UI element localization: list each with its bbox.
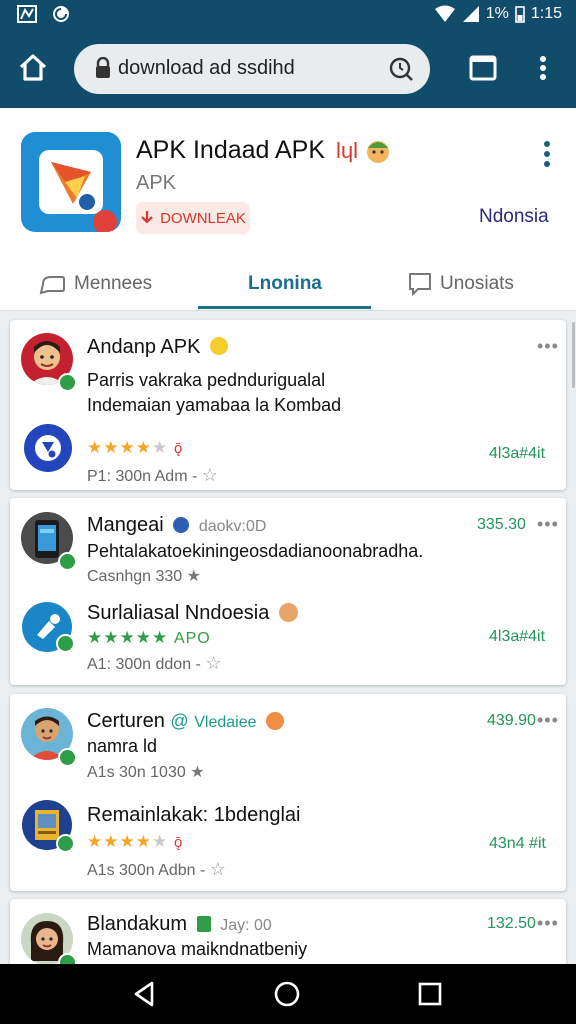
post-line: Mamanova maikndnatbeniy	[87, 939, 308, 959]
more-vert-icon	[544, 141, 550, 167]
more-options-icon[interactable]: •••	[537, 336, 559, 357]
scrollbar[interactable]	[572, 322, 575, 388]
back-button[interactable]	[130, 979, 160, 1009]
status-bar: 1% 1:15	[0, 0, 576, 30]
feed: Andanp APK Parris vakraka pedndurigualal…	[0, 311, 576, 964]
post-card[interactable]: Mangeai daokv:0D 335.30 ••• Pehtalakatoe…	[10, 498, 566, 685]
home-button[interactable]	[16, 51, 50, 85]
rating-stars: ★★★★★ APO	[87, 628, 211, 647]
verified-badge	[58, 552, 77, 571]
post-card[interactable]: Certuren @ Vledaiee 439.90 ••• namra ld …	[10, 694, 566, 891]
clock: 1:15	[530, 5, 562, 22]
post-author: Certuren @ Vledaiee	[87, 710, 285, 733]
post-subtitle: Remainlakak: 1bdenglai	[87, 804, 301, 826]
post-card[interactable]: Andanp APK Parris vakraka pedndurigualal…	[10, 320, 566, 490]
speech-bubble-icon	[39, 276, 65, 295]
rating-stars: ★★★★★ ǭ	[87, 438, 184, 457]
post-line: Pehtalakatoekiningeosdadianoonabradha.	[87, 541, 424, 561]
verified-badge	[58, 748, 77, 767]
circle-home-icon	[274, 981, 300, 1007]
calendar-icon	[196, 916, 211, 932]
post-line: Parris vakraka pedndurigualal	[87, 370, 326, 390]
post-price-top: 439.90	[487, 712, 536, 729]
post-subtitle: Surlaliasal Nndoesia	[87, 602, 298, 625]
active-tab-indicator	[198, 306, 371, 309]
post-meta: A1s 30n 1030 ★	[87, 764, 205, 781]
title-badge: lɥl	[335, 138, 358, 163]
rating-stars: ★★★★★ ǭ	[87, 832, 184, 851]
post-meta: P1: 300n Adm - ☆	[87, 465, 218, 485]
home-icon	[19, 54, 47, 81]
post-price-top: 132.50	[487, 915, 536, 932]
app-subtitle: APK	[136, 172, 177, 194]
system-nav-bar	[0, 964, 576, 1024]
app-header: APK Indaad APK lɥl APK DOWNLEAK Ndonsia	[0, 108, 576, 258]
download-button[interactable]: DOWNLEAK	[136, 202, 250, 234]
tabs-button[interactable]	[467, 52, 499, 84]
browser-menu-button[interactable]	[532, 52, 554, 84]
at-icon: @	[170, 711, 189, 731]
star-outline-icon[interactable]: ☆	[210, 859, 226, 879]
post-meta: A1s 300n Adbn - ☆	[87, 859, 226, 879]
browser-toolbar: download ad ssdihd	[0, 30, 576, 108]
app-title: APK Indaad APK lɥl	[136, 136, 391, 165]
app-menu-button[interactable]	[538, 138, 556, 170]
search-icon[interactable]	[388, 56, 414, 82]
more-vert-icon	[540, 56, 546, 80]
url-text: download ad ssdihd	[118, 57, 295, 79]
emoji-icon	[278, 603, 298, 622]
post-meta: Casnhgn 330 ★	[87, 568, 201, 585]
tab-unosiats[interactable]: Unosiats	[408, 258, 514, 310]
post-author: Andanp APK	[87, 336, 228, 359]
more-options-icon[interactable]: •••	[537, 710, 559, 731]
post-line: Indemaian yamabaa la Kombad	[87, 395, 342, 415]
verified-badge	[58, 373, 77, 392]
tab-lnonina[interactable]: Lnonina	[248, 258, 322, 310]
signal-icon	[462, 6, 479, 22]
post-author: Blandakum Jay: 00	[87, 913, 272, 935]
star-outline-icon[interactable]: ☆	[202, 465, 218, 485]
recents-button[interactable]	[415, 979, 445, 1009]
emoji-icon	[266, 712, 285, 730]
chat-square-icon	[409, 273, 431, 296]
verified-badge	[56, 834, 75, 853]
post-price-top: 335.30	[477, 516, 526, 533]
notification-icon	[16, 4, 38, 24]
post-card[interactable]: Blandakum Jay: 00 132.50 ••• Mamanova ma…	[10, 899, 566, 964]
post-line: namra ld	[87, 736, 158, 756]
wifi-icon	[434, 5, 455, 22]
tab-mennees[interactable]: Mennees	[38, 258, 152, 310]
more-options-icon[interactable]: •••	[537, 913, 559, 934]
post-price: 4l3a#4it	[489, 628, 546, 645]
more-options-icon[interactable]: •••	[537, 514, 559, 535]
sync-icon	[50, 4, 72, 24]
verified-badge	[58, 953, 77, 964]
battery-icon	[515, 6, 525, 23]
battery-level: 1%	[485, 5, 509, 22]
smile-emoji-icon	[210, 337, 228, 355]
post-price: 4l3a#4it	[489, 445, 546, 462]
back-icon	[134, 981, 154, 1007]
verified-badge	[56, 634, 75, 653]
post-price: 43n4 #it	[489, 835, 546, 852]
post-meta: A1: 300n ddon - ☆	[87, 653, 222, 673]
app-avatar[interactable]	[24, 424, 72, 472]
tabs-icon	[469, 55, 497, 81]
globe-icon	[173, 517, 190, 533]
app-logo	[21, 132, 121, 232]
square-icon	[418, 982, 442, 1006]
download-icon	[141, 211, 153, 224]
emoji-icon	[366, 141, 389, 164]
url-bar[interactable]: download ad ssdihd	[74, 44, 430, 94]
lock-icon	[96, 57, 110, 78]
home-nav-button[interactable]	[272, 979, 302, 1009]
tab-bar: Mennees Lnonina Unosiats	[0, 258, 576, 311]
region-label: Ndonsia	[479, 206, 549, 227]
post-author: Mangeai daokv:0D	[87, 514, 267, 536]
star-icon: ★	[190, 764, 205, 781]
star-icon: ★	[186, 568, 201, 585]
star-outline-icon[interactable]: ☆	[205, 653, 221, 673]
